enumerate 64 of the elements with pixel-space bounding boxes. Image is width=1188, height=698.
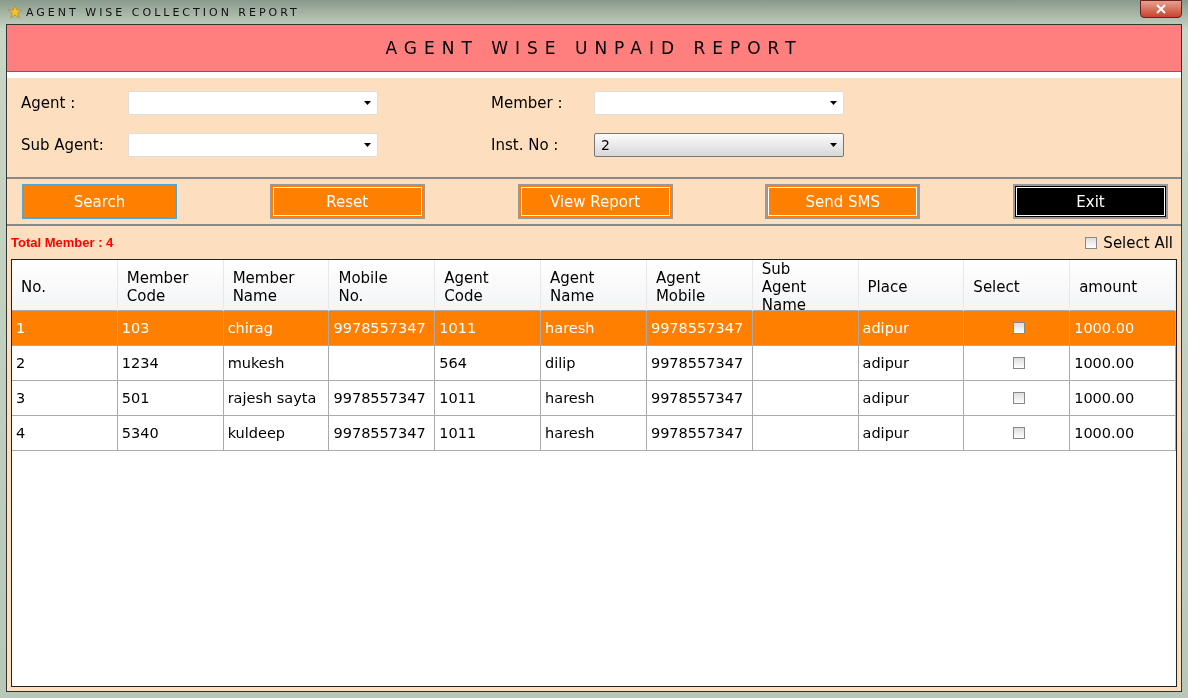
table-cell: 9978557347 bbox=[333, 425, 426, 441]
dropdown-field[interactable] bbox=[128, 133, 378, 157]
table-cell: 1234 bbox=[121, 355, 159, 371]
table-cell: 1011 bbox=[439, 320, 477, 336]
row-checkbox[interactable] bbox=[1012, 392, 1025, 404]
caret-icon bbox=[830, 143, 837, 147]
select-all-checkbox[interactable] bbox=[1085, 236, 1098, 249]
table-row[interactable]: 2 1234 mukesh 564 dilip 9978557347 adipur 1000.00 bbox=[12, 345, 1176, 380]
table-cell: haresh bbox=[545, 425, 595, 441]
table-cell: 1000.00 bbox=[1074, 355, 1135, 371]
field-label: Sub Agent: bbox=[21, 136, 105, 154]
table-cell: 9978557347 bbox=[650, 320, 744, 336]
table-cell: dilip bbox=[545, 355, 576, 371]
caret-icon bbox=[364, 143, 371, 147]
field-label: Inst. No : bbox=[491, 136, 560, 154]
action-button[interactable]: Exit bbox=[1013, 184, 1168, 219]
table-cell: chirag bbox=[227, 320, 273, 336]
field-label: Agent : bbox=[21, 94, 77, 112]
table-cell: 1000.00 bbox=[1074, 425, 1135, 441]
table-cell: haresh bbox=[545, 390, 595, 406]
table-cell: 564 bbox=[439, 355, 467, 371]
row-checkbox[interactable] bbox=[1012, 322, 1025, 334]
caret-icon bbox=[364, 101, 371, 105]
table-cell: 9978557347 bbox=[333, 320, 426, 336]
table-cell: haresh bbox=[545, 320, 595, 336]
select-all-label: Select All bbox=[1103, 233, 1173, 252]
table-cell: 103 bbox=[121, 320, 150, 336]
report-header: AGENT WISE UNPAID REPORT bbox=[7, 25, 1181, 72]
table-cell: mukesh bbox=[227, 355, 285, 371]
table-cell: 1 bbox=[16, 320, 26, 336]
table-cell: 9978557347 bbox=[650, 425, 744, 441]
close-icon bbox=[1156, 4, 1166, 14]
table-cell: 9978557347 bbox=[650, 355, 744, 371]
table-cell: 1000.00 bbox=[1074, 390, 1135, 406]
dropdown-field[interactable] bbox=[128, 91, 378, 115]
table-cell: 9978557347 bbox=[650, 390, 744, 406]
table-cell: 1011 bbox=[439, 390, 477, 406]
field-label: Member : bbox=[491, 94, 564, 112]
table-cell: 2 bbox=[16, 355, 26, 371]
caret-icon bbox=[830, 101, 837, 105]
table-cell: adipur bbox=[862, 425, 909, 441]
table-cell: 3 bbox=[16, 390, 26, 406]
total-member-text: Total Member : 4 bbox=[11, 235, 114, 250]
dropdown-field[interactable] bbox=[594, 91, 844, 115]
table-cell: 1011 bbox=[439, 425, 477, 441]
table-cell: adipur bbox=[862, 390, 909, 406]
table-cell: adipur bbox=[862, 355, 909, 371]
row-checkbox[interactable] bbox=[1012, 427, 1025, 439]
dropdown-value: 2 bbox=[601, 137, 610, 153]
window-title: AGENT WISE COLLECTION REPORT bbox=[26, 5, 300, 19]
dropdown-field[interactable]: 2 bbox=[594, 133, 844, 157]
table-cell: rajesh sayta bbox=[227, 390, 317, 406]
table-cell: 4 bbox=[16, 425, 26, 441]
row-checkbox[interactable] bbox=[1012, 357, 1025, 369]
table-cell: 9978557347 bbox=[333, 390, 426, 406]
table-cell: 5340 bbox=[121, 425, 159, 441]
table-row[interactable]: 3 501 rajesh sayta 9978557347 1011 haresh 9978557347 adipur 1000.00 bbox=[12, 380, 1176, 415]
table-cell: kuldeep bbox=[227, 425, 286, 441]
table-cell: adipur bbox=[862, 320, 909, 336]
table-cell: 501 bbox=[121, 390, 150, 406]
star-icon bbox=[8, 5, 22, 19]
table-row[interactable]: 4 5340 kuldeep 9978557347 1011 haresh 9978557347 adipur 1000.00 bbox=[12, 415, 1176, 451]
close-button[interactable] bbox=[1140, 0, 1182, 18]
table-cell: 1000.00 bbox=[1074, 320, 1135, 336]
